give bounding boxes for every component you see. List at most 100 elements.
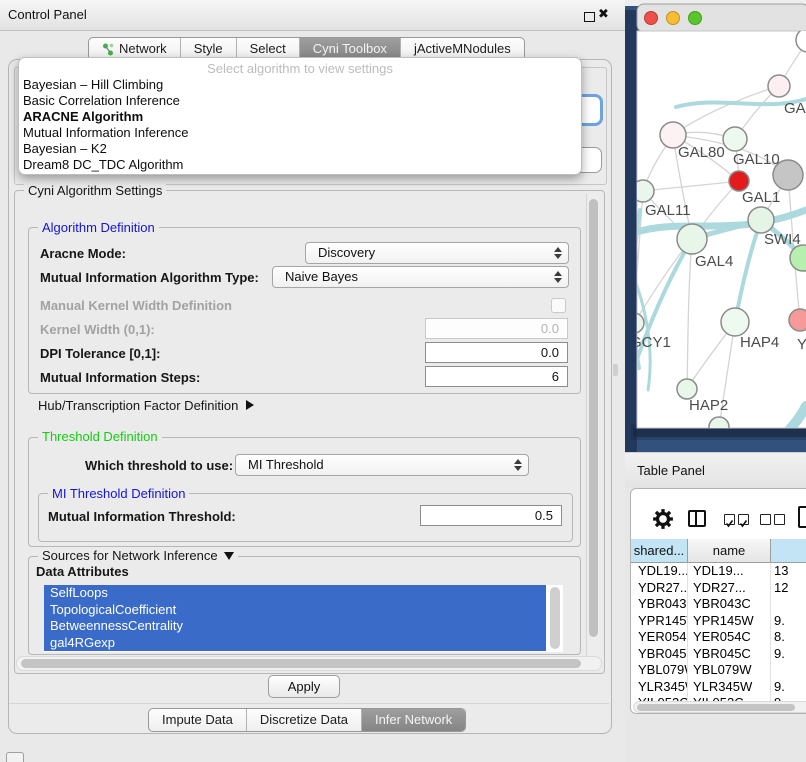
table-cell: YDL19... — [688, 563, 771, 580]
table-cell: 8. — [771, 629, 806, 646]
table-cell: YDL19... — [631, 563, 688, 580]
table-row[interactable]: YDR27...YDR27...12 — [631, 580, 806, 597]
close-icon[interactable]: ✖ — [598, 7, 609, 22]
tab-discretize-data[interactable]: Discretize Data — [246, 709, 361, 731]
column-header-name[interactable]: name — [688, 539, 771, 563]
node-label-gal10: GAL10 — [733, 151, 780, 168]
settings-scrollbar[interactable] — [586, 194, 600, 666]
attributes-scrollbar-thumb[interactable] — [550, 587, 560, 649]
gear-icon[interactable] — [652, 508, 674, 530]
table-cell: 9. — [771, 646, 806, 663]
unchecked-checkbox-icon[interactable] — [760, 514, 771, 525]
dropdown-placeholder: Select algorithm to view settings — [19, 61, 581, 76]
table-panel-title: Table Panel — [637, 463, 705, 478]
node-gal4[interactable] — [677, 224, 707, 254]
node-gal10[interactable] — [723, 127, 747, 151]
algorithm-option[interactable]: Bayesian – K2 — [23, 141, 577, 157]
node-hap2[interactable] — [677, 379, 697, 399]
right-region: GAL80 GAL10 GAL1 GAL11 SWI4 GAL4 GCY1 HA… — [625, 0, 806, 762]
attribute-item[interactable]: BetweennessCentrality — [44, 618, 546, 635]
checked-checkbox-icon[interactable] — [724, 514, 735, 525]
stepper-icon — [514, 459, 522, 471]
apply-button[interactable]: Apply — [268, 675, 340, 698]
aracne-mode-value: Discovery — [318, 245, 375, 260]
table-cell: YBR043C — [631, 596, 688, 613]
table-row[interactable]: YPR145WYPR145W9. — [631, 613, 806, 630]
tab-infer-network[interactable]: Infer Network — [361, 709, 465, 731]
table-row[interactable]: YBR045CYBR045C9. — [631, 646, 806, 663]
table-row[interactable]: YLR345WYLR345W9. — [631, 679, 806, 696]
algorithm-option[interactable]: Bayesian – Hill Climbing — [23, 77, 577, 93]
settings-hscrollbar[interactable] — [16, 656, 602, 671]
table-row[interactable]: YBR043CYBR043C — [631, 596, 806, 613]
hub-section-label: Hub/Transcription Factor Definition — [38, 398, 238, 413]
algorithm-option[interactable]: Mutual Information Inference — [23, 125, 577, 141]
node-label-hap4: HAP4 — [740, 334, 779, 351]
settings-group-title: Cyni Algorithm Settings — [24, 184, 166, 198]
which-threshold-value: MI Threshold — [248, 457, 324, 472]
mi-steps-field[interactable]: 6 — [425, 366, 568, 387]
column-header-shared-name[interactable]: shared... — [631, 539, 688, 563]
manual-kernel-checkbox[interactable] — [551, 298, 566, 313]
settings-hscrollbar-thumb[interactable] — [21, 659, 581, 668]
column-header-cut[interactable]: A — [771, 539, 806, 563]
column-view-icon[interactable] — [688, 510, 706, 527]
table-hscrollbar[interactable] — [633, 701, 806, 713]
tab-impute-data-label: Impute Data — [162, 709, 233, 731]
panel-divider-grip[interactable] — [613, 364, 618, 376]
dpi-tolerance-field[interactable]: 0.0 — [425, 342, 568, 363]
close-traffic-button[interactable] — [645, 12, 658, 25]
table-cell: 13 — [771, 563, 806, 580]
node-gal1-selected[interactable] — [729, 171, 749, 191]
bottom-corner-icon[interactable] — [6, 752, 24, 762]
tab-discretize-data-label: Discretize Data — [260, 709, 348, 731]
window-shadow-core — [633, 428, 806, 437]
hub-section-toggle[interactable]: Hub/Transcription Factor Definition — [38, 398, 254, 413]
algorithm-option[interactable]: Basic Correlation Inference — [23, 93, 577, 109]
node-gal-top[interactable] — [768, 75, 790, 97]
attribute-item[interactable]: gal4RGexp — [44, 635, 546, 652]
sources-group-title[interactable]: Sources for Network Inference — [38, 549, 238, 563]
mi-type-select[interactable]: Naive Bayes — [272, 266, 569, 288]
table-cell: YBR045C — [631, 646, 688, 663]
algorithm-option[interactable]: ARACNE Algorithm — [23, 109, 577, 125]
aracne-mode-select[interactable]: Discovery — [305, 242, 569, 264]
float-window-icon[interactable] — [584, 12, 595, 22]
table-row[interactable]: YBL079WYBL079W — [631, 662, 806, 679]
chevron-down-icon — [224, 552, 234, 560]
app-root: Control Panel ✖ Network Style Select Cyn… — [0, 0, 806, 762]
mi-threshold-field[interactable]: 0.5 — [420, 505, 562, 526]
bottom-tabs: Impute Data Discretize Data Infer Networ… — [148, 708, 466, 732]
sources-title-label: Sources for Network Inference — [42, 548, 218, 563]
algorithm-dropdown-popup: Select algorithm to view settings Bayesi… — [18, 57, 582, 175]
dpi-tolerance-label: DPI Tolerance [0,1]: — [40, 346, 160, 361]
unchecked-checkbox-icon[interactable] — [774, 514, 785, 525]
table-hscrollbar-thumb[interactable] — [637, 704, 795, 711]
control-panel-title: Control Panel — [8, 7, 87, 22]
table-panel-titlebar: Table Panel — [625, 452, 806, 488]
kernel-width-field[interactable]: 0.0 — [425, 318, 568, 339]
zoom-traffic-button[interactable] — [689, 12, 702, 25]
node-hap4[interactable] — [721, 308, 749, 336]
attribute-item[interactable]: SelfLoops — [44, 585, 546, 602]
which-threshold-select[interactable]: MI Threshold — [235, 454, 529, 476]
checked-checkbox-icon[interactable] — [738, 514, 749, 525]
network-window-titlebar[interactable] — [637, 4, 806, 32]
attribute-item[interactable]: TopologicalCoefficient — [44, 602, 546, 619]
node-label-y-cut: Y — [797, 336, 806, 353]
node-salmon[interactable] — [789, 309, 806, 331]
document-icon[interactable] — [798, 506, 806, 528]
table-row[interactable]: YDL19...YDL19...13 — [631, 563, 806, 580]
stepper-icon — [554, 247, 562, 259]
table-row[interactable]: YER054CYER054C8. — [631, 629, 806, 646]
minimize-traffic-button[interactable] — [667, 12, 680, 25]
which-threshold-label: Which threshold to use: — [85, 458, 233, 473]
algorithm-option[interactable]: Dream8 DC_TDC Algorithm — [23, 157, 577, 173]
network-icon — [102, 43, 114, 56]
node-label-gal11: GAL11 — [645, 202, 691, 219]
data-attributes-list[interactable]: SelfLoopsTopologicalCoefficientBetweenne… — [44, 585, 563, 652]
tab-impute-data[interactable]: Impute Data — [149, 709, 246, 731]
settings-scrollbar-thumb[interactable] — [589, 199, 598, 637]
node-swi4[interactable] — [748, 207, 774, 233]
mi-steps-label: Mutual Information Steps: — [40, 370, 200, 385]
